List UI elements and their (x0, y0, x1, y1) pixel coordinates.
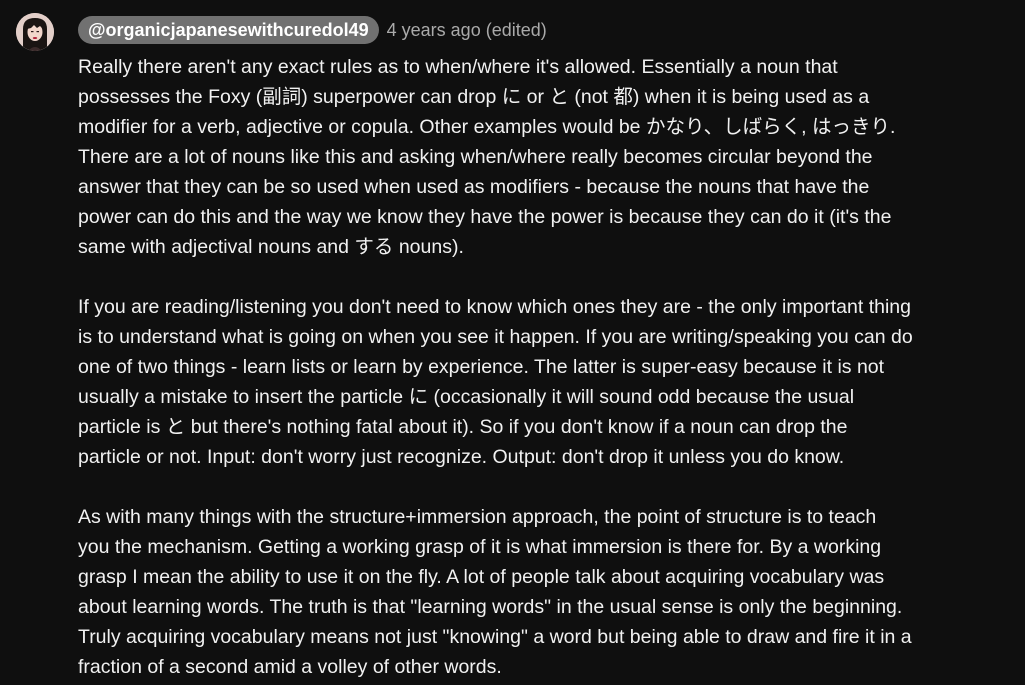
comment-line: Really there aren't any exact rules as t… (78, 56, 838, 78)
comment-line: grasp I mean the ability to use it on th… (78, 566, 885, 588)
comment-line: is to understand what is going on when y… (78, 326, 913, 348)
comment-line: particle or not. Input: don't worry just… (78, 446, 845, 468)
comment-line: one of two things - learn lists or learn… (78, 356, 885, 378)
comment-line: answer that they can be so used when use… (78, 176, 870, 198)
comment-line: Truly acquiring vocabulary means not jus… (78, 626, 912, 648)
comment-line: power can do this and the way we know th… (78, 206, 892, 228)
comment-line: particle is と but there's nothing fatal … (78, 416, 848, 438)
comment-line: possesses the Foxy (副詞) superpower can d… (78, 86, 870, 108)
comment-line: fraction of a second amid a volley of ot… (78, 656, 502, 678)
comment-body: Really there aren't any exact rules as t… (78, 52, 1013, 685)
comment-line: about learning words. The truth is that … (78, 596, 903, 618)
comment-line: usually a mistake to insert the particle… (78, 386, 855, 408)
comment-line: modifier for a verb, adjective or copula… (78, 116, 896, 138)
avatar[interactable] (16, 13, 54, 51)
comment-line: same with adjectival nouns and する nouns)… (78, 236, 464, 258)
avatar-image (16, 13, 54, 51)
comment-line: you the mechanism. Getting a working gra… (78, 536, 882, 558)
comment-thread: @organicjapanesewithcuredol49 4 years ag… (0, 0, 1025, 685)
comment-timestamp[interactable]: 4 years ago (edited) (387, 16, 547, 44)
author-handle[interactable]: @organicjapanesewithcuredol49 (78, 16, 379, 44)
comment-line: If you are reading/listening you don't n… (78, 296, 911, 318)
comment-paragraph: As with many things with the structure+i… (78, 502, 1013, 682)
comment-line: As with many things with the structure+i… (78, 506, 877, 528)
comment-line: There are a lot of nouns like this and a… (78, 146, 873, 168)
comment-paragraph: If you are reading/listening you don't n… (78, 292, 1013, 472)
comment-paragraph: Really there aren't any exact rules as t… (78, 52, 1013, 262)
comment-header: @organicjapanesewithcuredol49 4 years ag… (78, 16, 547, 44)
